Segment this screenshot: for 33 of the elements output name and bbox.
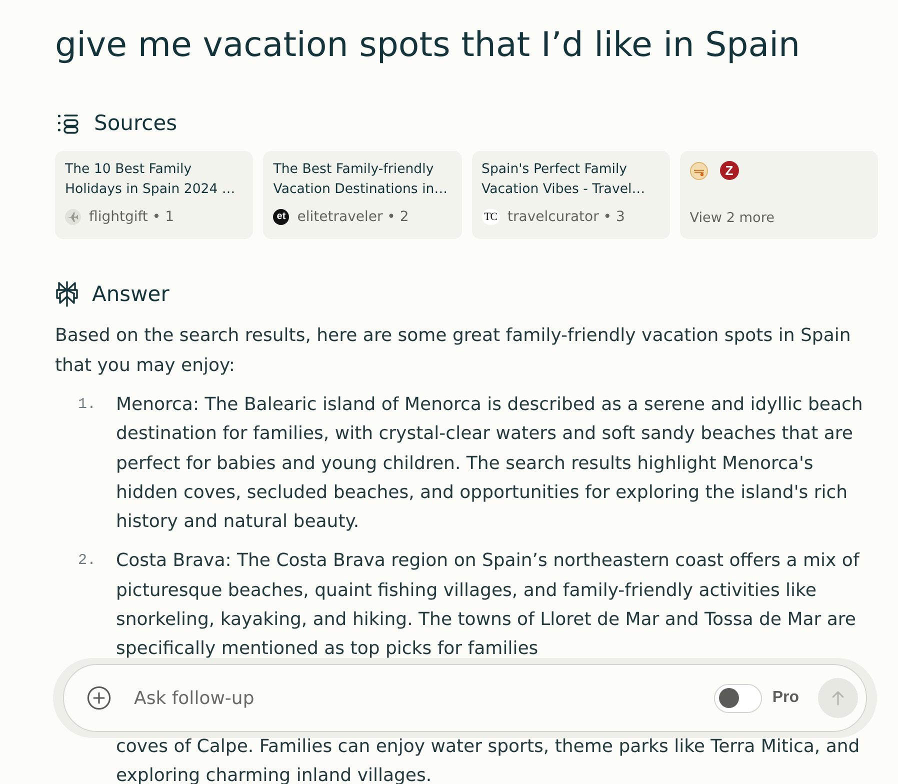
list-icon [57, 112, 79, 134]
more-sources-label: View 2 more [690, 209, 776, 228]
pro-toggle[interactable] [714, 684, 762, 712]
source-title: Spain's Perfect Family Vacation Vibes - Travel… [482, 161, 646, 199]
geometric-emblem-icon [55, 281, 79, 307]
more-sources-card[interactable]: Z View 2 more [680, 151, 878, 239]
source-label: elitetraveler • 2 [297, 208, 409, 227]
toggle-label: Pro [772, 688, 799, 708]
source-card[interactable]: The 10 Best Family Holidays in Spain 2024 … flightgift • 1 [55, 151, 254, 239]
answer-paragraph: Based on the search results, here are some great family-friendly vacation spots in Spain that you may enjoy: [55, 324, 852, 378]
section-heading: Sources [94, 110, 178, 137]
list-item-text: Costa Brava: The Costa Brava region on Spain’s northeastern coast offers a mix of picturesque beaches, quaint fishing villages, and family-friendly activities like snorkeling, kayaking, and hiking. The towns of Lloret de Mar and Tossa de Mar are specifically mentioned as top picks for families [116, 549, 861, 662]
source-title: The Best Family-friendly Vacation Destinations in… [273, 161, 448, 199]
query-title: give me vacation spots that I’d like in Spain [55, 25, 802, 65]
add-button[interactable] [87, 686, 111, 710]
follow-up-box[interactable]: Ask follow-up Pro [63, 664, 867, 732]
round-emblem-icon [690, 162, 708, 180]
site-logo: TC [482, 209, 500, 225]
airplane-icon [65, 209, 81, 225]
source-label: flightgift • 1 [89, 208, 174, 227]
follow-up-field[interactable]: Ask follow-up [134, 683, 714, 713]
list-number: 2. [77, 551, 98, 572]
site-logo: et [273, 209, 290, 225]
list-number: 1. [77, 395, 98, 415]
list-item-text: Menorca: The Balearic island of Menorca is described as a serene and idyllic beach destination for families, with crystal-clear waters and soft sandy beaches that are perfect for babies and young children. The search results highlight Menorca's hidden coves, secluded beaches, and opportunities for exploring the island's rich history and natural beauty. [116, 393, 864, 534]
site-logo: Z [720, 161, 739, 180]
source-card[interactable]: The Best Family-friendly Vacation Destinations in… et elitetraveler • 2 [263, 151, 462, 239]
arrow-up-icon [830, 690, 846, 706]
source-title: The 10 Best Family Holidays in Spain 2024 … [65, 161, 236, 199]
source-card[interactable]: Spain's Perfect Family Vacation Vibes - Travel… TC travelcurator • 3 [472, 151, 670, 239]
plus-circle-icon [87, 686, 111, 710]
section-heading: Answer [92, 281, 170, 308]
source-label: travelcurator • 3 [508, 208, 625, 227]
